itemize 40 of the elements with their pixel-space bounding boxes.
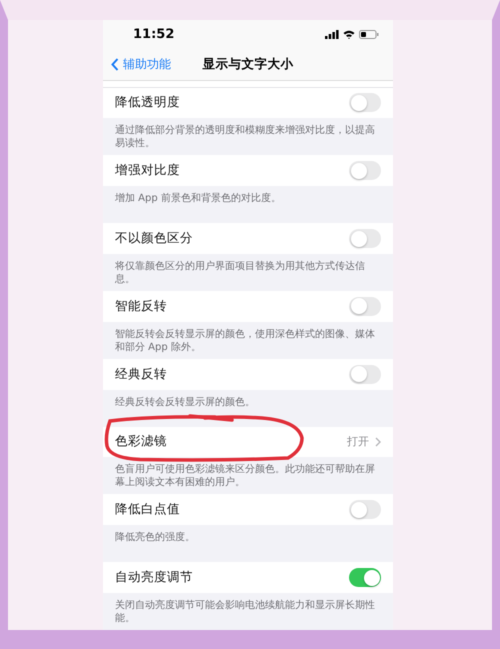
setting-label: 自动亮度调节 <box>115 569 194 586</box>
settings-row[interactable]: 不以颜色区分 <box>103 223 393 254</box>
setting-description: 色盲用户可使用色彩滤镜来区分颜色。此功能还可帮助在屏幕上阅读文本有困难的用户。 <box>115 463 376 490</box>
settings-row[interactable]: 色彩滤镜 打开 <box>103 426 393 458</box>
settings-row[interactable]: 智能反转 <box>103 290 393 322</box>
setting-label: 智能反转 <box>115 298 168 315</box>
toggle-switch[interactable] <box>349 296 381 316</box>
setting-label: 降低透明度 <box>115 94 181 112</box>
setting-description: 经典反转会反转显示屏的颜色。 <box>115 396 256 409</box>
setting-label: 增强对比度 <box>115 162 181 180</box>
toggle-switch[interactable] <box>349 161 381 180</box>
setting-description: 通过降低部分背景的透明度和模糊度来增强对比度，以提高易读性。 <box>115 124 376 150</box>
chevron-left-icon <box>111 58 119 72</box>
toggle-switch[interactable] <box>349 364 381 384</box>
setting-description: 降低亮色的强度。 <box>115 531 196 544</box>
setting-label: 降低白点值 <box>115 501 181 518</box>
settings-row[interactable]: 自动亮度调节 <box>103 562 393 593</box>
setting-value: 打开 <box>347 434 369 450</box>
setting-description: 增加 App 前景色和背景色的对比度。 <box>115 192 282 206</box>
setting-label: 经典反转 <box>115 366 168 383</box>
settings-row[interactable]: 经典反转 <box>103 358 393 390</box>
page-title: 显示与文字大小 <box>202 56 294 74</box>
setting-description: 智能反转会反转显示屏的颜色，使用深色样式的图像、媒体和部分 App 除外。 <box>115 328 376 354</box>
setting-label: 色彩滤镜 <box>115 433 168 450</box>
toggle-switch[interactable] <box>349 568 381 588</box>
battery-icon <box>359 30 379 40</box>
back-button[interactable]: 辅助功能 <box>111 56 171 74</box>
setting-description: 将仅靠颜色区分的用户界面项目替换为用其他方式传达信息。 <box>115 260 366 286</box>
settings-row[interactable]: 降低白点值 <box>103 494 393 526</box>
status-time: 11:52 <box>133 27 174 42</box>
toggle-switch[interactable] <box>349 500 381 520</box>
setting-description: 关闭自动亮度调节可能会影响电池续航能力和显示屏长期性能。 <box>115 598 376 625</box>
toggle-switch[interactable] <box>349 93 381 112</box>
settings-row[interactable]: 增强对比度 <box>103 155 393 186</box>
setting-label: 不以颜色区分 <box>115 230 194 248</box>
signal-icon <box>325 30 339 40</box>
chevron-right-icon <box>375 436 381 447</box>
settings-row[interactable]: 降低透明度 <box>103 88 393 118</box>
toggle-switch[interactable] <box>349 229 381 248</box>
wifi-icon <box>343 30 355 40</box>
